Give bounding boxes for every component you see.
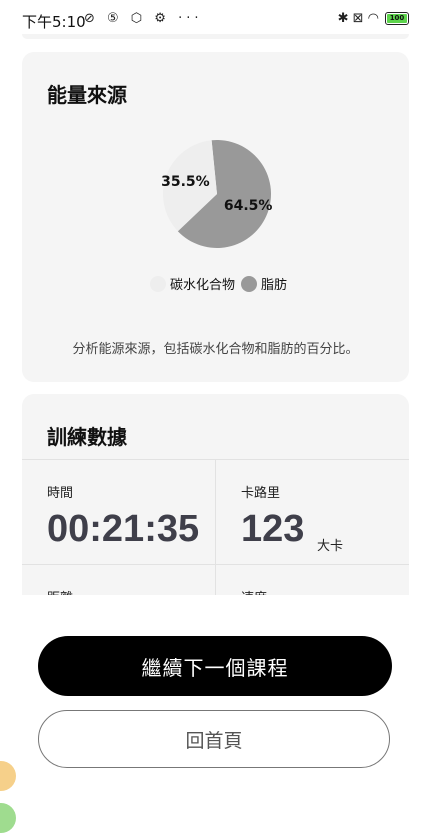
stat-time: 時間 00:21:35 [22, 460, 215, 564]
status-time: 下午5:10 [22, 13, 86, 31]
energy-description: 分析能源來源，包括碳水化合物和脂肪的百分比。 [72, 342, 359, 357]
stat-label: 卡路里 [241, 486, 281, 501]
stat-value: 00:21:35 [47, 508, 200, 550]
stat-calories: 卡路里 123 大卡 [216, 460, 409, 564]
pie-svg [163, 140, 271, 249]
battery-icon: 100 [385, 12, 409, 25]
legend-item-fat: 脂肪 [241, 274, 287, 293]
system-icons: ✱ ⊠ ◠ 100 [338, 11, 409, 26]
pie-legend: 碳水化合物 脂肪 [150, 274, 293, 293]
stat-unit: 大卡 [317, 539, 344, 554]
previous-card-edge [22, 34, 409, 39]
pie-data-label-carbs: 35.5% [161, 174, 210, 191]
continue-next-course-button[interactable]: 繼續下一個課程 [38, 636, 392, 696]
back-home-button[interactable]: 回首頁 [38, 710, 390, 768]
stats-grid: 時間 00:21:35 卡路里 123 大卡 距離 速度 [22, 459, 409, 660]
legend-label-fat: 脂肪 [261, 278, 288, 293]
battery-level: 100 [387, 14, 407, 23]
energy-source-card: 能量來源 35.5% 64.5% 碳水化合物 脂肪 分析能源來源，包括碳水化合物和… [22, 52, 409, 382]
energy-pie-chart: 35.5% 64.5% [157, 134, 277, 254]
legend-dot-carbs [150, 275, 166, 292]
training-card-title: 訓練數據 [47, 425, 127, 449]
stat-label: 時間 [47, 486, 74, 501]
legend-label-carbs: 碳水化合物 [170, 278, 236, 293]
notification-icons: ⊘ ⑤ ⬡ ⚙ ··· [84, 11, 203, 26]
energy-card-title: 能量來源 [47, 83, 127, 107]
bottom-action-area: 繼續下一個課程 回首頁 [0, 595, 431, 814]
legend-item-carbs: 碳水化合物 [150, 274, 235, 293]
bluetooth-wifi-icons: ✱ ⊠ ◠ [337, 11, 379, 26]
stat-value: 123 [241, 508, 305, 550]
legend-dot-fat [241, 275, 258, 292]
pie-data-label-fat: 64.5% [223, 197, 273, 214]
